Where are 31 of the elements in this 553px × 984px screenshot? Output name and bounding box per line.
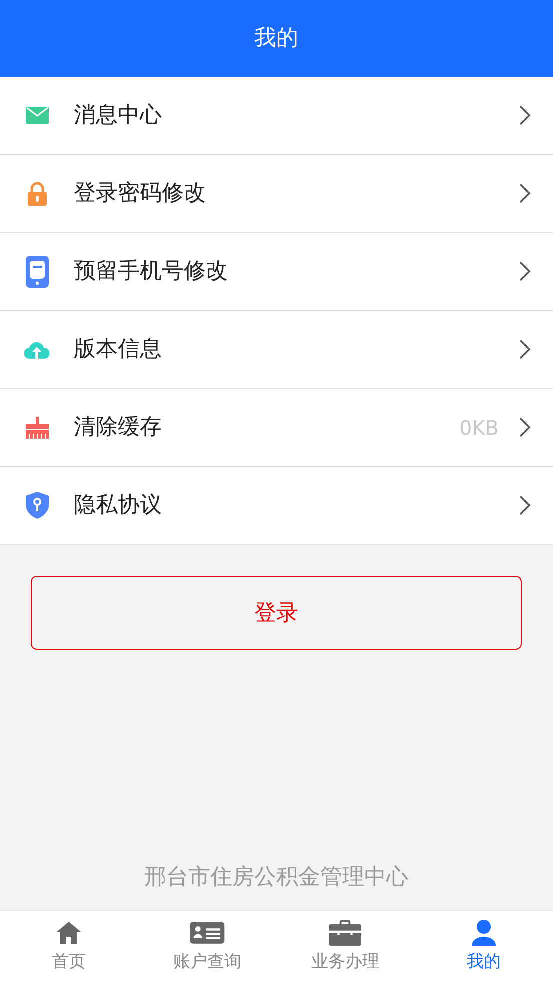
login-button[interactable]: 登录 [31, 576, 522, 650]
menu-item[interactable]: 版本信息 [0, 311, 553, 389]
menu-item[interactable]: 登录密码修改 [0, 155, 553, 233]
menu-label: 消息中心 [74, 102, 163, 130]
chevron-right-icon [519, 105, 531, 126]
person-icon [472, 920, 496, 946]
menu-item[interactable]: 消息中心 [0, 77, 553, 155]
house-icon [56, 920, 82, 946]
chevron-right-icon [519, 261, 531, 282]
menu-label: 登录密码修改 [74, 180, 207, 208]
chevron-right-icon [519, 183, 531, 204]
menu-label: 隐私协议 [74, 492, 163, 520]
chevron-right-icon [519, 495, 531, 516]
menu-label: 版本信息 [74, 336, 163, 364]
menu-item[interactable]: 预留手机号修改 [0, 233, 553, 311]
footer-text: 邢台市住房公积金管理中心 [144, 864, 408, 892]
id-card-icon [190, 920, 225, 946]
menu-item[interactable]: 隐私协议 [0, 467, 553, 545]
chevron-right-icon [519, 417, 531, 438]
chevron-right-icon [519, 339, 531, 360]
tab[interactable]: 我的 [414, 911, 553, 984]
shield-icon [26, 492, 48, 519]
padlock-icon [28, 182, 46, 206]
brush-icon [26, 416, 48, 438]
envelope-icon [26, 107, 48, 124]
phone-icon [26, 256, 48, 288]
briefcase-icon [329, 920, 362, 946]
menu-label: 清除缓存 [74, 414, 163, 442]
menu-label: 预留手机号修改 [74, 258, 229, 286]
page-title: 我的 [254, 25, 298, 53]
cloud-upload-icon [24, 340, 50, 360]
